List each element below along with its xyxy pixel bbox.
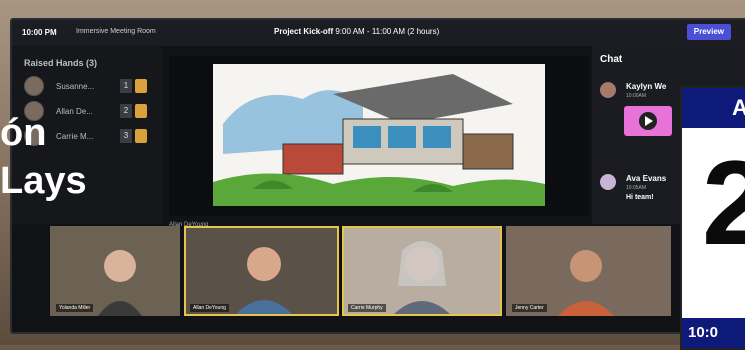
raised-hand-row[interactable]: Susanne... 1 — [24, 76, 154, 96]
raised-hands-title: Raised Hands (3) — [24, 58, 98, 68]
participant-name: Jenny Carter — [512, 304, 547, 312]
chat-title: Chat — [600, 54, 623, 65]
calendar-day: 2 — [702, 136, 745, 270]
overlay-heading-line2: Lays — [0, 160, 87, 202]
overlay-heading-line1: ón — [0, 112, 47, 154]
avatar — [600, 82, 616, 98]
meeting-time: 9:00 AM - 11:00 AM (2 hours) — [335, 27, 440, 36]
hand-icon — [135, 129, 147, 143]
meeting-display: 10:00 PM Immersive Meeting Room Project … — [10, 18, 745, 334]
participant-video — [50, 226, 180, 316]
participant-video — [342, 226, 502, 316]
chat-sender: Ava Evans — [626, 174, 667, 183]
avatar — [24, 76, 44, 96]
chat-video-attachment[interactable] — [624, 106, 672, 136]
participant-video — [184, 226, 339, 316]
raised-hand-name: Susanne... — [56, 81, 95, 91]
calendar-time: 10:0 — [682, 318, 745, 348]
hand-icon — [135, 104, 147, 118]
chat-timestamp: 10:00AM — [626, 93, 647, 99]
architecture-sketch-image — [213, 64, 545, 206]
participant-tile[interactable]: Jenny Carter — [506, 226, 671, 316]
raised-hand-name: Carrie M... — [56, 131, 94, 141]
play-icon — [639, 112, 657, 130]
meeting-title: Project Kick-off 9:00 AM - 11:00 AM (2 h… — [274, 27, 439, 36]
participant-video — [506, 226, 671, 316]
hand-icon — [135, 79, 147, 93]
raised-hand-name: Allan De... — [56, 106, 93, 116]
chat-sender: Kaylyn We — [626, 82, 667, 91]
avatar — [600, 174, 616, 190]
raised-hand-order: 2 — [120, 104, 132, 118]
meeting-title-text: Project Kick-off — [274, 27, 334, 36]
raised-hand-order: 1 — [120, 79, 132, 93]
participant-tile[interactable]: Yolanda Miller — [50, 226, 180, 316]
raised-hand-order: 3 — [120, 129, 132, 143]
preview-button[interactable]: Preview — [686, 24, 731, 40]
calendar-month: A — [682, 88, 745, 128]
room-name: Immersive Meeting Room — [76, 28, 156, 35]
participant-tile[interactable]: Allan DeYoung — [184, 226, 339, 316]
participant-tile[interactable]: Carrie Murphy — [342, 226, 502, 316]
meeting-topbar: 10:00 PM Immersive Meeting Room Project … — [12, 20, 745, 46]
shared-screen: Allan DeYoung — [169, 56, 589, 228]
chat-timestamp: 10:05AM — [626, 185, 647, 191]
room-calendar-panel: A 2 10:0 — [680, 86, 745, 350]
house-sketch — [213, 64, 545, 206]
clock-time: 10:00 PM — [22, 28, 57, 37]
participant-name: Allan DeYoung — [190, 304, 229, 312]
participant-name: Yolanda Miller — [56, 304, 94, 312]
chat-text: Hi team! — [626, 194, 654, 201]
participant-name: Carrie Murphy — [348, 304, 386, 312]
